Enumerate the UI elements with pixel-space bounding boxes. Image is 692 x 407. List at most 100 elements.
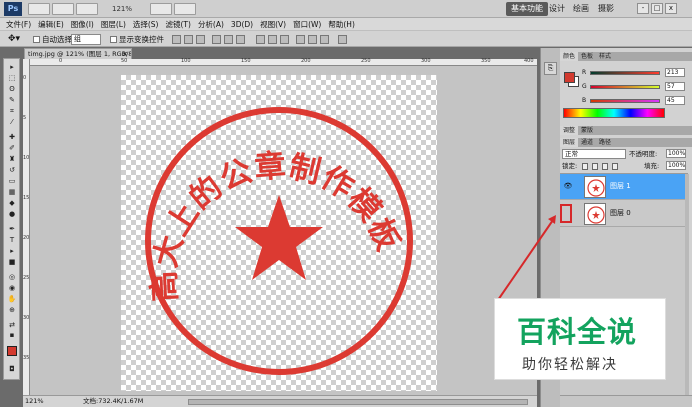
auto-select-checkbox[interactable] bbox=[33, 36, 40, 43]
lock-transparency-icon[interactable] bbox=[582, 163, 588, 170]
distribute-right-icon[interactable] bbox=[320, 35, 329, 44]
menu-3d[interactable]: 3D(D) bbox=[229, 20, 255, 29]
lock-position-icon[interactable] bbox=[602, 163, 608, 170]
status-zoom[interactable]: 121% bbox=[25, 396, 44, 407]
color-spectrum-bar[interactable] bbox=[563, 108, 665, 118]
3d-orbit-tool-icon[interactable]: ◉ bbox=[6, 284, 18, 292]
channel-slider[interactable] bbox=[590, 85, 660, 89]
quick-mask-icon[interactable]: ◘ bbox=[6, 365, 18, 373]
align-top-icon[interactable] bbox=[172, 35, 181, 44]
dodge-tool-icon[interactable]: ● bbox=[6, 210, 18, 218]
tab-color[interactable]: 颜色 bbox=[560, 52, 579, 61]
opacity-input[interactable]: 100% bbox=[666, 149, 686, 158]
blend-mode-dropdown[interactable]: 正常 bbox=[562, 149, 626, 159]
image-canvas[interactable]: 高大上的公章制作模板 bbox=[121, 75, 437, 391]
foreground-color-swatch[interactable] bbox=[7, 346, 17, 356]
type-tool-icon[interactable]: T bbox=[6, 236, 18, 244]
menu-image[interactable]: 图像(I) bbox=[69, 19, 96, 30]
arrange-documents-button[interactable] bbox=[150, 3, 172, 15]
gradient-tool-icon[interactable]: ▦ bbox=[6, 188, 18, 196]
lock-all-icon[interactable] bbox=[612, 163, 618, 170]
channel-value-input[interactable]: 45 bbox=[665, 96, 685, 105]
tab-swatches[interactable]: 色板 bbox=[578, 52, 596, 61]
blur-tool-icon[interactable]: ◆ bbox=[6, 199, 18, 207]
path-select-tool-icon[interactable]: ▸ bbox=[6, 247, 18, 255]
menu-window[interactable]: 窗口(W) bbox=[291, 19, 323, 30]
distribute-center-icon[interactable] bbox=[308, 35, 317, 44]
menu-select[interactable]: 选择(S) bbox=[131, 19, 161, 30]
show-transform-checkbox[interactable] bbox=[110, 36, 117, 43]
channel-slider[interactable] bbox=[590, 99, 660, 103]
lock-pixels-icon[interactable] bbox=[592, 163, 598, 170]
clone-stamp-tool-icon[interactable]: ♜ bbox=[6, 155, 18, 163]
workspace-photography[interactable]: 摄影 bbox=[598, 2, 614, 16]
lasso-tool-icon[interactable]: ʘ bbox=[6, 85, 18, 93]
align-right-icon[interactable] bbox=[236, 35, 245, 44]
auto-align-icon[interactable] bbox=[338, 35, 347, 44]
zoom-tool-icon[interactable]: ⊕ bbox=[6, 306, 18, 314]
align-left-icon[interactable] bbox=[212, 35, 221, 44]
eyedropper-tool-icon[interactable]: ⁄ bbox=[6, 118, 18, 126]
workspace-design[interactable]: 设计 bbox=[549, 2, 565, 16]
align-center-icon[interactable] bbox=[224, 35, 233, 44]
tab-layers[interactable]: 图层 bbox=[560, 138, 579, 147]
move-tool-icon[interactable]: ▸ bbox=[6, 63, 18, 71]
distribute-bottom-icon[interactable] bbox=[280, 35, 289, 44]
distribute-top-icon[interactable] bbox=[256, 35, 265, 44]
tab-styles[interactable]: 样式 bbox=[596, 52, 614, 61]
eraser-tool-icon[interactable]: ▭ bbox=[6, 177, 18, 185]
layer-row[interactable]: 👁 图层 1 bbox=[560, 174, 685, 200]
workspace-essentials[interactable]: 基本功能 bbox=[506, 2, 548, 16]
menu-edit[interactable]: 编辑(E) bbox=[36, 19, 66, 30]
layer-row[interactable]: 图层 0 bbox=[560, 201, 685, 227]
auto-select-dropdown[interactable]: 组 bbox=[71, 34, 101, 45]
document-tab[interactable]: timg.jpg @ 121% (图层 1, RGB/8#) * × bbox=[24, 48, 132, 59]
pen-tool-icon[interactable]: ✒ bbox=[6, 225, 18, 233]
eye-icon[interactable]: 👁 bbox=[562, 180, 574, 192]
menu-analysis[interactable]: 分析(A) bbox=[196, 19, 226, 30]
distribute-left-icon[interactable] bbox=[296, 35, 305, 44]
menu-layer[interactable]: 图层(L) bbox=[99, 19, 128, 30]
healing-brush-tool-icon[interactable]: ✚ bbox=[6, 133, 18, 141]
menu-filter[interactable]: 滤镜(T) bbox=[164, 19, 193, 30]
workspace-painting[interactable]: 绘画 bbox=[573, 2, 589, 16]
menu-file[interactable]: 文件(F) bbox=[4, 19, 33, 30]
swap-colors-icon[interactable]: ⇄ bbox=[6, 321, 18, 329]
quick-select-tool-icon[interactable]: ✎ bbox=[6, 96, 18, 104]
menu-help[interactable]: 帮助(H) bbox=[326, 19, 357, 30]
default-colors-icon[interactable]: ▪ bbox=[6, 331, 18, 339]
tab-masks[interactable]: 蒙版 bbox=[578, 126, 596, 135]
move-tool-icon[interactable]: ✥▾ bbox=[8, 34, 26, 45]
foreground-color-swatch[interactable] bbox=[564, 72, 575, 83]
channel-slider[interactable] bbox=[590, 71, 660, 75]
tab-channels[interactable]: 通道 bbox=[578, 138, 596, 147]
horizontal-scrollbar[interactable] bbox=[188, 399, 528, 405]
mini-bridge-button[interactable] bbox=[52, 3, 74, 15]
align-bottom-icon[interactable] bbox=[196, 35, 205, 44]
channel-value-input[interactable]: 57 bbox=[665, 82, 685, 91]
maximize-button[interactable]: □ bbox=[651, 3, 663, 14]
tab-paths[interactable]: 路径 bbox=[596, 138, 614, 147]
channel-value-input[interactable]: 213 bbox=[665, 68, 685, 77]
shape-tool-icon[interactable]: ■ bbox=[6, 258, 18, 266]
distribute-middle-icon[interactable] bbox=[268, 35, 277, 44]
view-extras-button[interactable] bbox=[76, 3, 98, 15]
align-middle-icon[interactable] bbox=[184, 35, 193, 44]
hand-tool-icon[interactable]: ✋ bbox=[6, 295, 18, 303]
brush-tool-icon[interactable]: ✐ bbox=[6, 144, 18, 152]
fill-input[interactable]: 100% bbox=[666, 161, 686, 170]
bridge-button[interactable] bbox=[28, 3, 50, 15]
crop-tool-icon[interactable]: ⌗ bbox=[6, 107, 18, 115]
marquee-tool-icon[interactable]: ⬚ bbox=[6, 74, 18, 82]
close-window-button[interactable]: x bbox=[665, 3, 677, 14]
layers-scrollbar[interactable] bbox=[685, 174, 689, 396]
history-brush-tool-icon[interactable]: ↺ bbox=[6, 166, 18, 174]
tab-adjustments[interactable]: 调整 bbox=[560, 126, 579, 135]
history-panel-icon[interactable]: ⎘ bbox=[544, 62, 557, 75]
zoom-level-dropdown[interactable]: 121% bbox=[112, 3, 146, 15]
screen-mode-button[interactable] bbox=[174, 3, 196, 15]
fill-label: 填充: bbox=[644, 162, 660, 170]
3d-rotate-tool-icon[interactable]: ◎ bbox=[6, 273, 18, 281]
menu-view[interactable]: 视图(V) bbox=[258, 19, 288, 30]
minimize-button[interactable]: - bbox=[637, 3, 649, 14]
